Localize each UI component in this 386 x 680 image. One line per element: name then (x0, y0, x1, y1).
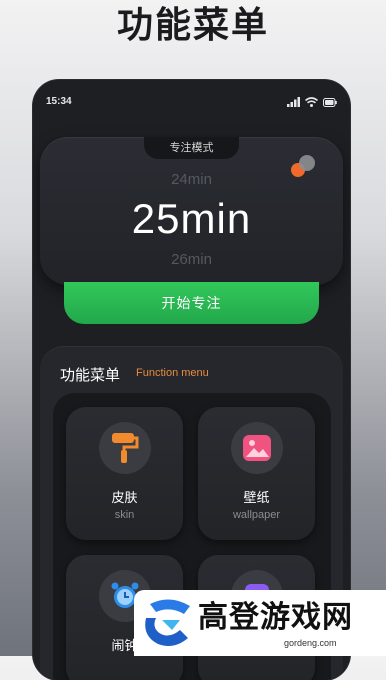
watermark-logo-icon (145, 599, 190, 646)
menu-item-sublabel: wallpaper (232, 509, 281, 521)
start-focus-button[interactable]: 开始专注 (64, 282, 319, 324)
menu-item-label: 皮肤 (111, 491, 138, 506)
icon-badge (99, 422, 151, 474)
menu-title: 功能菜单 (60, 366, 121, 384)
icon-badge (231, 422, 283, 474)
menu-item-label: 壁纸 (243, 491, 270, 506)
focus-mode-tab[interactable]: 专注模式 (144, 137, 239, 159)
menu-subtitle: Function menu (136, 367, 209, 379)
watermark-text: 高登游戏网 (198, 600, 353, 635)
gray-dot-icon (299, 155, 315, 171)
image-icon (243, 435, 271, 461)
menu-item-sublabel: skin (114, 509, 135, 521)
watermark-url: gordeng.com (284, 638, 337, 648)
page-headline: 功能菜单 (116, 5, 269, 46)
wifi-icon (305, 97, 318, 107)
site-watermark: 高登游戏网 gordeng.com (134, 590, 386, 656)
menu-item-wallpaper[interactable]: 壁纸 wallpaper (198, 407, 315, 540)
focus-timer-card: 专注模式 24min 25min 26min (40, 137, 343, 285)
status-time: 15:34 (46, 96, 72, 107)
status-bar: 15:34 (46, 96, 337, 110)
time-option-next[interactable]: 26min (40, 251, 343, 268)
menu-item-skin[interactable]: 皮肤 skin (66, 407, 183, 540)
battery-icon (323, 98, 337, 107)
status-icons (287, 97, 337, 107)
signal-icon (287, 97, 300, 107)
time-option-current[interactable]: 25min (40, 195, 343, 243)
time-option-prev[interactable]: 24min (40, 171, 343, 188)
paint-roller-icon (112, 433, 139, 463)
